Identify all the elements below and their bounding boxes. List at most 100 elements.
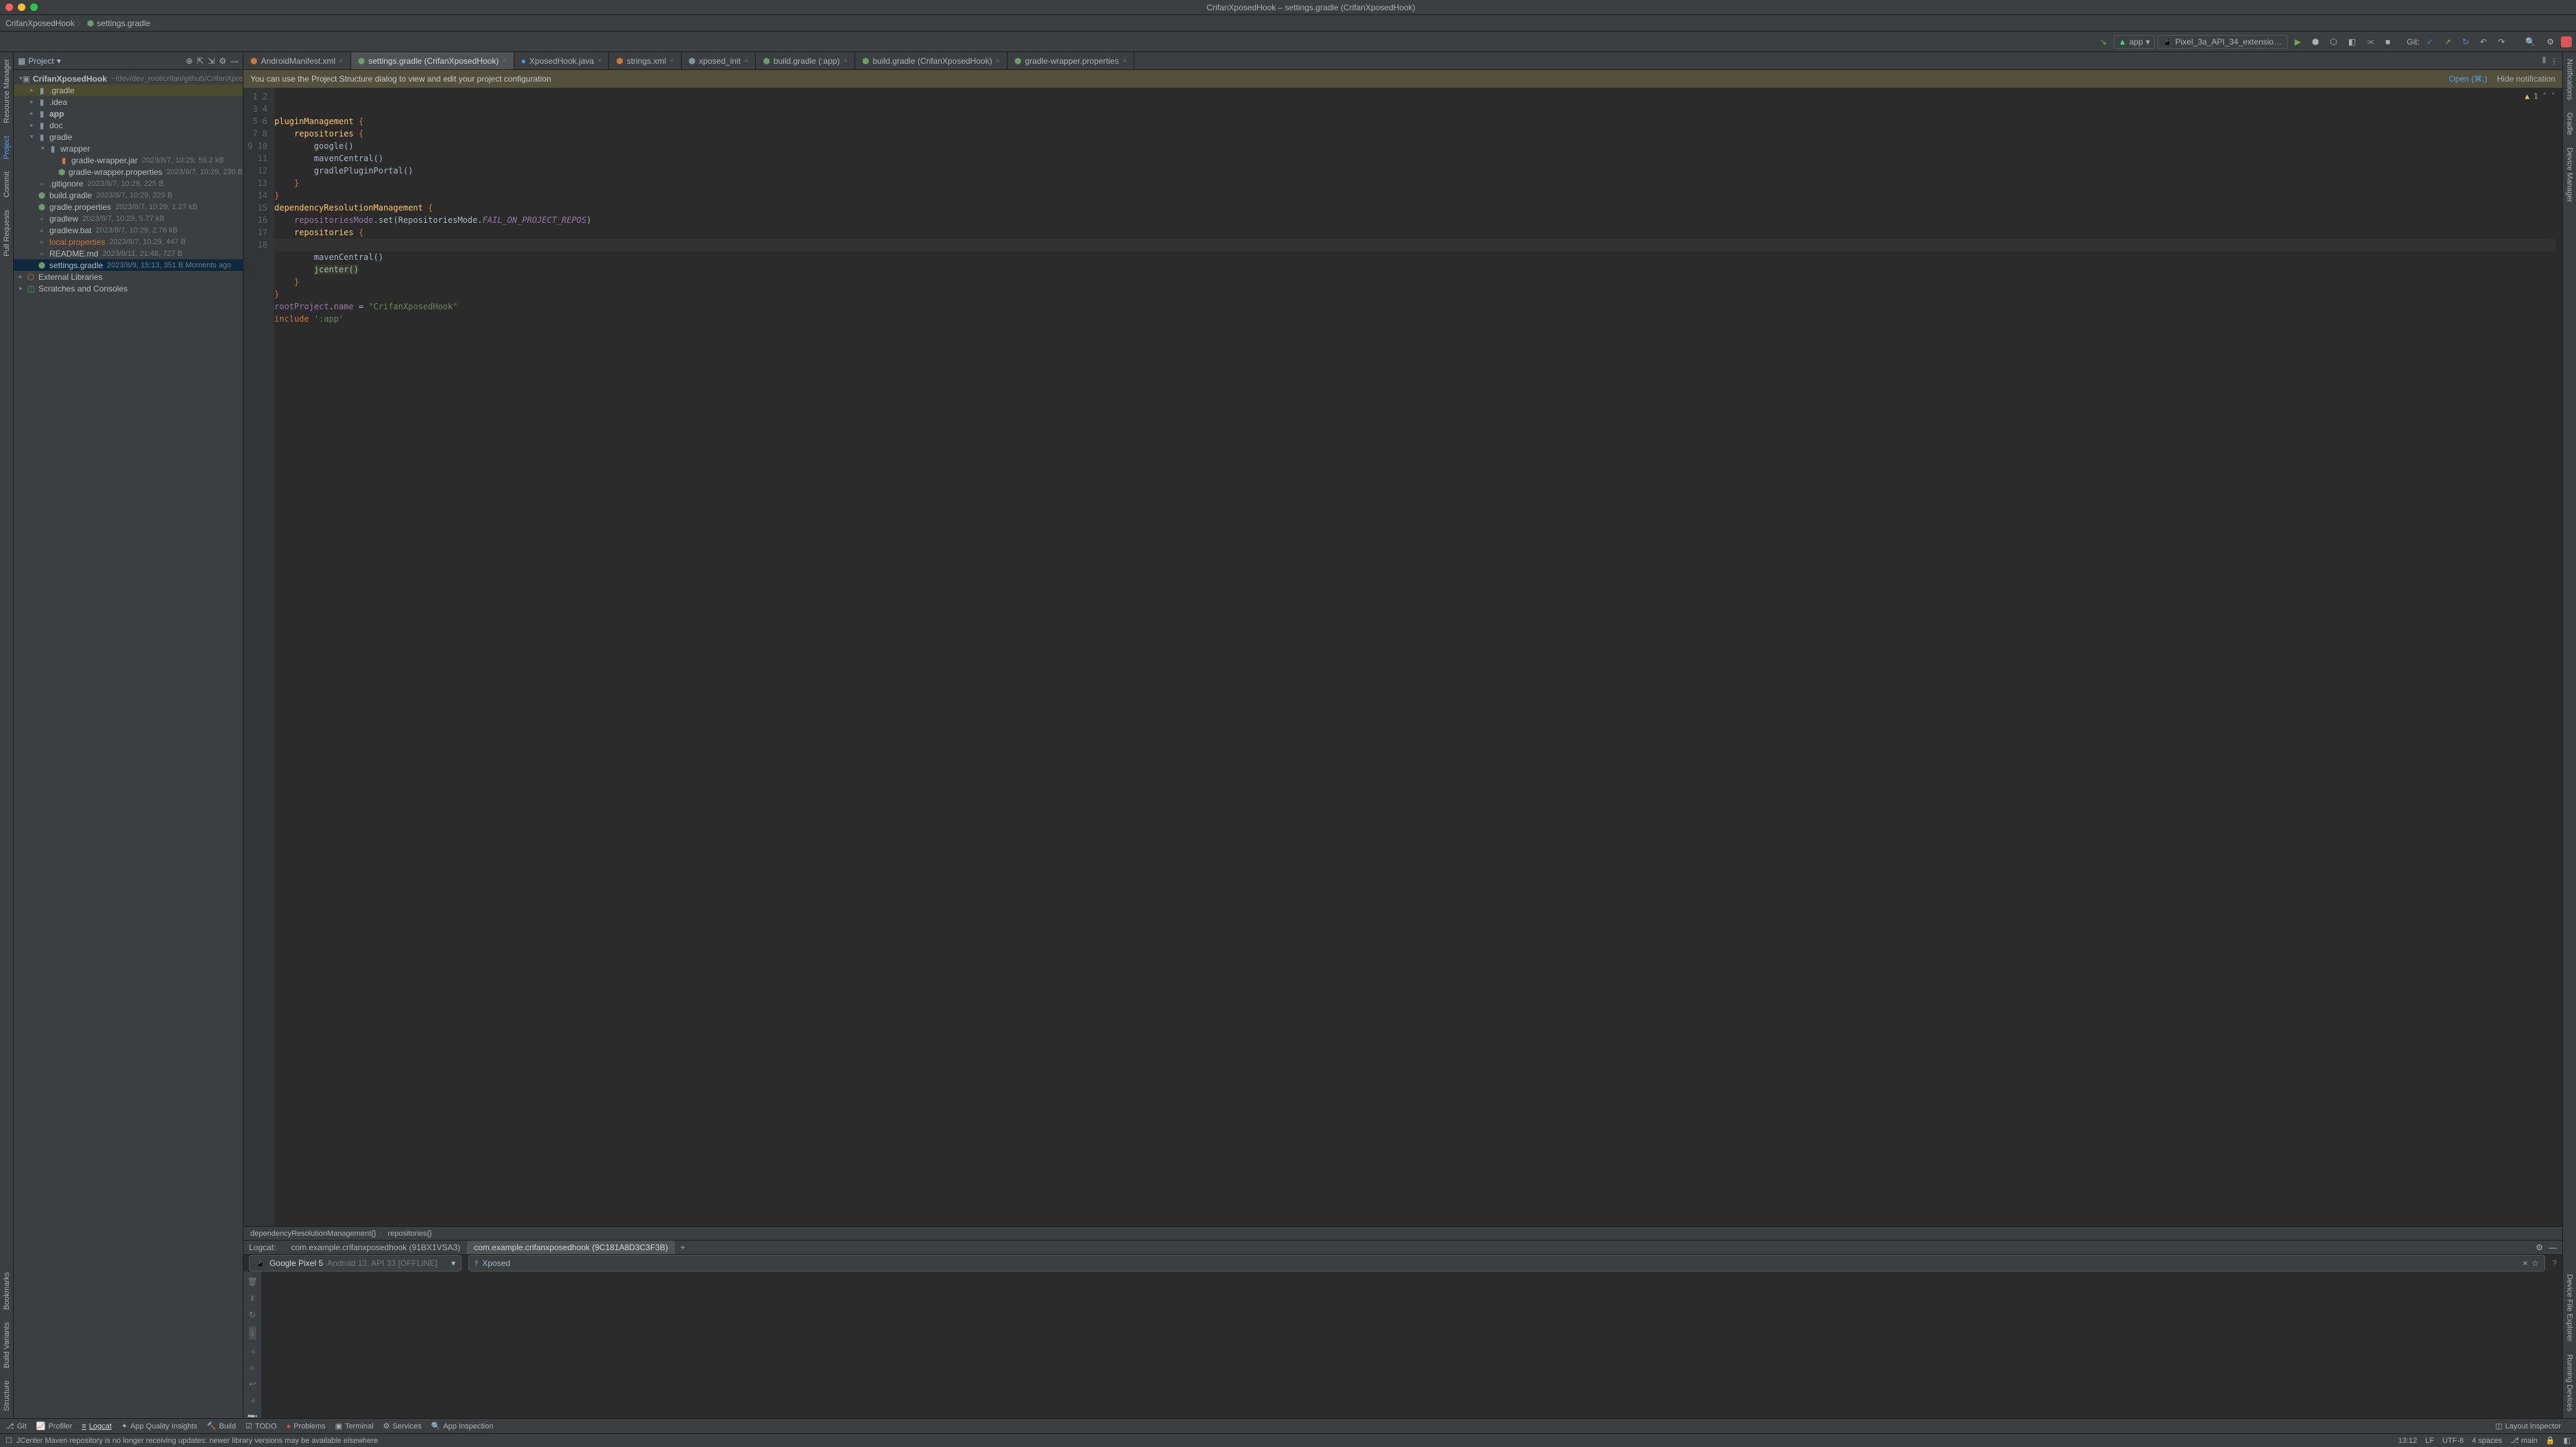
git-update-button[interactable]: ↻	[2458, 36, 2473, 48]
tree-item-gradle-wrapper-properties[interactable]: ⬢gradle-wrapper.properties2023/8/7, 10:2…	[14, 166, 243, 178]
coverage-button[interactable]: ⬡	[2326, 36, 2341, 48]
bb-services[interactable]: ⚙Services	[383, 1422, 422, 1431]
tree-item-settings-gradle[interactable]: ⬢settings.gradle2023/8/9, 15:13, 351 B M…	[14, 259, 243, 271]
tab-gradle-wrapper-properties[interactable]: ⬢gradle-wrapper.properties×	[1007, 52, 1134, 69]
device-dropdown[interactable]: 📱 Google Pixel 5 Android 13, API 33 [OFF…	[249, 1255, 462, 1271]
tab-options-icon[interactable]: ⋮	[2550, 56, 2558, 66]
tab-androidmanifest-xml[interactable]: ⬢AndroidManifest.xml×	[243, 52, 351, 69]
maximize-window[interactable]	[30, 3, 38, 11]
stripe-resource-manager[interactable]: Resource Manager	[3, 59, 11, 123]
hide-notification-link[interactable]: Hide notification	[2497, 74, 2555, 84]
tab-xposedhook-java[interactable]: ●XposedHook.java×	[514, 52, 610, 69]
bb-terminal[interactable]: ▣Terminal	[335, 1422, 374, 1431]
project-tree[interactable]: ▾ ▣ CrifanXposedHook ~/dev/dev_root/crif…	[14, 70, 243, 1418]
select-opened-file-icon[interactable]: ⊕	[186, 56, 193, 66]
hide-panel-icon[interactable]: —	[230, 56, 239, 66]
close-tab-icon[interactable]: ×	[669, 57, 673, 65]
line-ending[interactable]: LF	[2425, 1437, 2434, 1445]
run-config-selector[interactable]: ▲ app ▾	[2114, 35, 2155, 49]
undo-button[interactable]: ↶	[2476, 36, 2491, 48]
attach-debugger-button[interactable]: ⫘	[2363, 35, 2378, 48]
sync-icon[interactable]: ↘	[2096, 36, 2111, 48]
logcat-help-icon[interactable]: ?	[2552, 1258, 2557, 1268]
close-tab-icon[interactable]: ×	[597, 57, 601, 65]
tree-external-libraries[interactable]: ▸ ⬡ External Libraries	[14, 271, 243, 283]
close-window[interactable]	[5, 3, 13, 11]
tree-item-gradle-properties[interactable]: ⬢gradle.properties2023/8/7, 10:29, 1.27 …	[14, 201, 243, 213]
expand-all-icon[interactable]: ⇱	[197, 56, 204, 66]
logcat-tab-1[interactable]: com.example.crifanxposedhook (91BX1VSA3)	[284, 1241, 467, 1254]
tree-item--idea[interactable]: ▸▮.idea	[14, 96, 243, 108]
caret-position[interactable]: 13:12	[2398, 1437, 2418, 1445]
mem-indicator[interactable]: ◧	[2564, 1436, 2571, 1445]
stripe-notifications[interactable]: Notifications	[2566, 59, 2574, 100]
logcat-filter-input[interactable]: ⫯ Xposed × ☆	[468, 1255, 2545, 1271]
add-logcat-tab[interactable]: +	[680, 1243, 685, 1252]
encoding[interactable]: UTF-8	[2442, 1437, 2464, 1445]
profile-button[interactable]: ◧	[2344, 36, 2360, 48]
tab-build-gradle--crifanxposedhook-[interactable]: ⬢build.gradle (CrifanXposedHook)×	[855, 52, 1007, 69]
logcat-tab-2[interactable]: com.example.crifanxposedhook (9C181A8D3C…	[467, 1241, 675, 1254]
bb-app-inspection[interactable]: 🔍App Inspection	[431, 1422, 493, 1431]
ide-avatar[interactable]	[2561, 36, 2572, 47]
tree-item-gradle-wrapper-jar[interactable]: ▮gradle-wrapper.jar2023/8/7, 10:29, 59.2…	[14, 154, 243, 166]
breadcrumb-file[interactable]: settings.gradle	[97, 19, 150, 28]
stop-button[interactable]: ■	[2381, 36, 2394, 48]
tab-strings-xml[interactable]: ⬢strings.xml×	[609, 52, 681, 69]
inspection-summary[interactable]: ▲1 ˆ ˇ	[2525, 91, 2556, 103]
bb-logcat[interactable]: ≡Logcat	[82, 1422, 111, 1431]
settings-button[interactable]: ⚙	[2542, 36, 2558, 48]
bb-layout-inspector[interactable]: ◫Layout Inspector	[2495, 1422, 2561, 1431]
tab-xposed-init[interactable]: ⬢xposed_init×	[682, 52, 756, 69]
git-commit-button[interactable]: ✓	[2422, 36, 2437, 48]
code-area[interactable]: ▲1 ˆ ˇpluginManagement { repositories { …	[274, 88, 2562, 1226]
crumb-b[interactable]: repositories{}	[387, 1230, 431, 1238]
clear-filter-icon[interactable]: ×	[2523, 1258, 2528, 1268]
tree-item--gradle[interactable]: ▸▮.gradle	[14, 84, 243, 96]
tree-item-local-properties[interactable]: ▫local.properties2023/8/7, 10:29, 447 B	[14, 236, 243, 248]
git-branch[interactable]: ⎇ main	[2510, 1436, 2538, 1445]
logcat-settings-icon[interactable]: ⚙	[2536, 1243, 2543, 1252]
git-push-button[interactable]: ↗	[2440, 36, 2455, 48]
minimize-window[interactable]	[18, 3, 25, 11]
tree-item-readme-md[interactable]: ▫README.md2023/8/11, 21:48, 727 B	[14, 248, 243, 259]
bb-profiler[interactable]: 📈Profiler	[36, 1422, 73, 1431]
tree-item-doc[interactable]: ▸▮doc	[14, 119, 243, 131]
editor-body[interactable]: 1 2 3 4 5 6 7 8 9 10 11 12 13 14 15 16 1…	[243, 88, 2562, 1226]
bb-todo[interactable]: ☑TODO	[246, 1422, 276, 1431]
prev-icon[interactable]: ◃	[250, 1346, 254, 1356]
tree-item--gitignore[interactable]: ▫.gitignore2023/8/7, 10:29, 225 B	[14, 178, 243, 189]
bb-app-quality[interactable]: ✦App Quality Insights	[121, 1422, 198, 1431]
favorite-filter-icon[interactable]: ☆	[2532, 1258, 2540, 1268]
collapse-all-icon[interactable]: ⇲	[208, 56, 215, 66]
stripe-commit[interactable]: Commit	[3, 171, 11, 198]
stripe-running-devices[interactable]: Running Devices	[2566, 1354, 2574, 1411]
tree-item-app[interactable]: ▸▮app	[14, 108, 243, 119]
tree-root[interactable]: ▾ ▣ CrifanXposedHook ~/dev/dev_root/crif…	[14, 73, 243, 84]
stripe-gradle[interactable]: Gradle	[2566, 112, 2574, 135]
close-tab-icon[interactable]: ×	[1122, 57, 1126, 65]
tree-item-gradlew-bat[interactable]: ▫gradlew.bat2023/8/7, 10:29, 2.76 kB	[14, 224, 243, 236]
indent[interactable]: 4 spaces	[2472, 1437, 2502, 1445]
tree-item-wrapper[interactable]: ▾▮wrapper	[14, 143, 243, 154]
stripe-device-file-explorer[interactable]: Device File Explorer	[2566, 1274, 2574, 1341]
bb-build[interactable]: 🔨Build	[207, 1422, 236, 1431]
stripe-bookmarks[interactable]: Bookmarks	[3, 1272, 11, 1310]
tab-settings-gradle--crifanxposedhook-[interactable]: ⬢settings.gradle (CrifanXposedHook)×	[351, 52, 514, 69]
stripe-structure[interactable]: Structure	[3, 1380, 11, 1411]
stripe-device-manager[interactable]: Device Manager	[2566, 147, 2574, 202]
tree-scratches[interactable]: ▸ ◫ Scratches and Consoles	[14, 283, 243, 294]
redo-button[interactable]: ↷	[2494, 36, 2509, 48]
soft-wrap-icon[interactable]: ↩	[249, 1379, 256, 1389]
reader-mode-icon[interactable]: ⫴	[2542, 56, 2546, 66]
debug-button[interactable]: ⬢	[2308, 36, 2323, 48]
tab-build-gradle---app-[interactable]: ⬢build.gradle (:app)×	[756, 52, 855, 69]
open-project-structure-link[interactable]: Open (⌘;)	[2449, 74, 2488, 84]
close-tab-icon[interactable]: ×	[744, 57, 748, 65]
tree-item-gradle[interactable]: ▾▮gradle	[14, 131, 243, 143]
bb-problems[interactable]: ●Problems	[286, 1422, 325, 1431]
tree-item-gradlew[interactable]: ▫gradlew2023/8/7, 10:29, 5.77 kB	[14, 213, 243, 224]
scroll-end-icon[interactable]: ⤓	[249, 1326, 255, 1339]
stripe-project[interactable]: Project	[3, 136, 11, 159]
settings-icon[interactable]: ⚙	[219, 56, 226, 66]
